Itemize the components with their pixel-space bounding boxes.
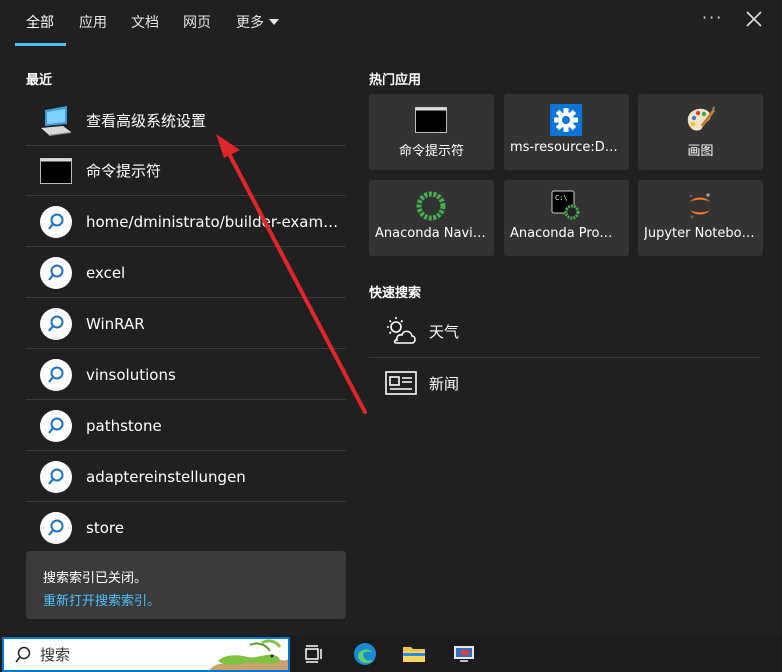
app-tile-anaconda-navigator[interactable]: Anaconda Navigator <box>369 180 494 256</box>
recent-item-cmd[interactable]: 命令提示符 <box>26 146 346 196</box>
search-icon <box>15 646 31 662</box>
remote-desktop-icon[interactable] <box>452 642 476 666</box>
app-tile-paint[interactable]: 画图 <box>638 94 763 170</box>
list-item-label: adaptereinstellungen <box>86 467 246 486</box>
app-tile-label: Jupyter Notebook <box>644 226 757 241</box>
task-view-icon[interactable] <box>302 642 326 666</box>
news-icon <box>385 371 417 395</box>
list-item-label: store <box>86 519 124 537</box>
anaconda-prompt-icon: C:\ <box>551 190 580 220</box>
app-tile-label: ms-resource:DeviceSettings <box>510 140 623 155</box>
recent-search-item[interactable]: home/dministrato/builder-example-node <box>26 197 346 247</box>
quick-search-label: 新闻 <box>429 374 460 393</box>
quick-search-heading: 快速搜索 <box>369 286 422 301</box>
app-tile-label: Anaconda Prompt <box>510 226 623 241</box>
search-placeholder: 搜索 <box>40 646 71 664</box>
hot-apps-heading: 热门应用 <box>369 73 422 88</box>
taskbar: 搜索 <box>0 636 782 672</box>
search-icon <box>40 409 72 442</box>
recent-search-item[interactable]: WinRAR <box>26 299 346 349</box>
notice-text: 搜索索引已关闭。 <box>43 571 148 586</box>
more-options-icon[interactable]: ··· <box>702 8 723 27</box>
quick-search-news[interactable]: 新闻 <box>369 358 761 408</box>
app-tile-label: Anaconda Navigator <box>375 226 488 241</box>
anaconda-icon <box>416 191 446 221</box>
cmd-icon <box>40 157 72 184</box>
list-item-label: excel <box>86 263 126 282</box>
search-icon <box>40 460 72 493</box>
recent-search-item[interactable]: excel <box>26 248 346 298</box>
list-item-label: WinRAR <box>86 314 145 333</box>
search-icon <box>40 205 72 238</box>
jupyter-icon <box>690 193 710 219</box>
list-item-label: pathstone <box>86 416 162 435</box>
search-panel: 全部 应用 文档 网页 更多 ··· 最近 查看高级系统设置 命令提示符 hom… <box>0 0 782 636</box>
app-tile-label: 命令提示符 <box>398 144 464 159</box>
app-tile-device-settings[interactable]: ms-resource:DeviceSettings <box>504 94 629 170</box>
weather-icon <box>387 317 416 344</box>
recent-search-item[interactable]: adaptereinstellungen <box>26 452 346 502</box>
recent-search-item[interactable]: pathstone <box>26 401 346 451</box>
quick-search-label: 天气 <box>429 322 460 341</box>
taskbar-search-box[interactable]: 搜索 <box>2 637 290 672</box>
paint-icon <box>687 106 716 131</box>
reopen-index-link[interactable]: 重新打开搜索索引。 <box>43 590 329 609</box>
list-item-label: 查看高级系统设置 <box>86 112 207 130</box>
app-tile-label: 画图 <box>687 144 714 159</box>
recent-search-item[interactable]: store <box>26 503 346 553</box>
gear-icon <box>550 104 582 136</box>
system-settings-icon <box>41 105 71 136</box>
close-icon[interactable] <box>744 9 764 29</box>
edge-browser-icon[interactable] <box>353 642 377 666</box>
quick-search-weather[interactable]: 天气 <box>369 306 761 356</box>
recent-heading: 最近 <box>26 73 53 88</box>
gecko-illustration <box>210 639 288 670</box>
recent-search-item[interactable]: vinsolutions <box>26 350 346 400</box>
filter-tabs: 全部 应用 文档 网页 更多 ··· <box>0 0 782 46</box>
active-tab-indicator <box>15 43 66 46</box>
cmd-icon <box>415 107 447 133</box>
file-explorer-icon[interactable] <box>402 642 426 666</box>
app-tile-jupyter[interactable]: Jupyter Notebook <box>638 180 763 256</box>
search-icon <box>40 256 72 289</box>
search-icon <box>40 307 72 340</box>
app-tile-cmd[interactable]: 命令提示符 <box>369 94 494 170</box>
tab-all[interactable]: 全部 <box>26 12 54 32</box>
chevron-down-icon <box>269 19 279 25</box>
list-item-label: vinsolutions <box>86 365 176 384</box>
list-item-label: home/dministrato/builder-example-node <box>86 212 344 231</box>
search-icon <box>40 512 72 544</box>
tab-apps[interactable]: 应用 <box>79 12 107 32</box>
list-item-label: 命令提示符 <box>86 162 162 180</box>
tab-documents[interactable]: 文档 <box>131 12 159 32</box>
search-index-notice: 搜索索引已关闭。 重新打开搜索索引。 <box>26 551 346 619</box>
recent-item-system-settings[interactable]: 查看高级系统设置 <box>26 96 346 146</box>
svg-text:C:\: C:\ <box>555 194 568 202</box>
tab-web[interactable]: 网页 <box>183 12 211 32</box>
tab-more-label: 更多 <box>236 15 264 31</box>
app-tile-anaconda-prompt[interactable]: C:\ Anaconda Prompt <box>504 180 629 256</box>
tab-more[interactable]: 更多 <box>236 12 279 32</box>
search-icon <box>40 358 72 391</box>
